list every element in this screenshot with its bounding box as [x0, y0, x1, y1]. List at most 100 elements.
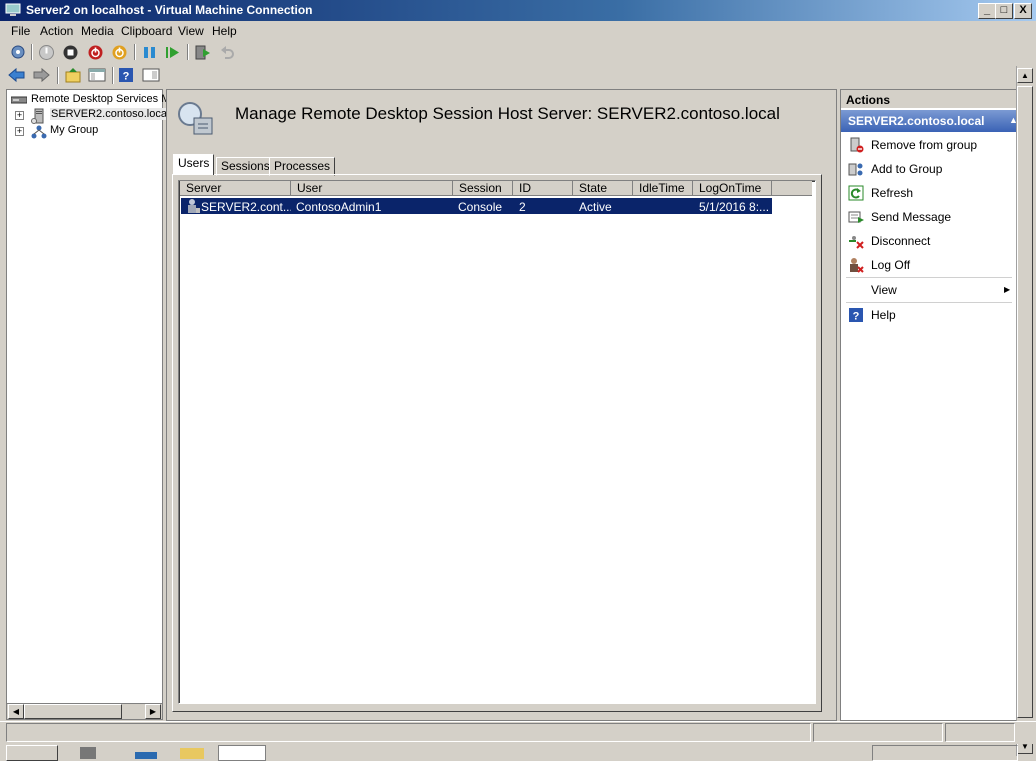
column-idletime[interactable]: IdleTime — [633, 181, 693, 196]
actions-divider — [846, 302, 1012, 303]
server-icon — [31, 108, 44, 124]
tree-expander[interactable]: + — [15, 111, 24, 120]
mmc-toolbar: ? — [0, 65, 1036, 87]
back-icon[interactable] — [8, 67, 26, 83]
column-session[interactable]: Session — [453, 181, 513, 196]
session-host-icon — [178, 102, 213, 135]
action-log-off[interactable]: Log Off — [871, 258, 910, 272]
column-filler — [772, 181, 812, 196]
action-add-to-group[interactable]: Add to Group — [871, 162, 942, 176]
revert-icon[interactable] — [219, 44, 236, 61]
pause-icon[interactable] — [141, 44, 158, 61]
help-icon[interactable]: ? — [118, 67, 134, 83]
cell-user: ContosoAdmin1 — [296, 200, 382, 214]
tab-users[interactable]: Users — [173, 154, 215, 175]
tree-expander[interactable]: + — [15, 127, 24, 136]
disconnect-icon — [849, 236, 864, 249]
vm-connection-icon — [5, 3, 21, 16]
action-refresh[interactable]: Refresh — [871, 186, 913, 200]
status-panel — [945, 723, 1015, 742]
status-panel — [813, 723, 943, 742]
cell-server: SERVER2.cont... — [201, 200, 291, 214]
rds-manager-icon — [11, 96, 27, 104]
table-row[interactable]: SERVER2.cont... ContosoAdmin1 Console 2 … — [181, 198, 772, 214]
tree-item-server2[interactable]: SERVER2.contoso.loca — [50, 108, 168, 120]
save-state-icon[interactable] — [111, 44, 128, 61]
show-hide-action-pane-icon[interactable] — [142, 67, 160, 83]
cell-state: Active — [579, 200, 612, 214]
log-off-icon — [850, 258, 864, 273]
menu-help[interactable]: Help — [212, 24, 237, 38]
show-hide-tree-icon[interactable] — [88, 67, 106, 83]
cell-session: Console — [458, 200, 503, 214]
taskbar-server-icon[interactable] — [80, 747, 96, 759]
title-bar: Server2 on localhost - Virtual Machine C… — [0, 0, 1036, 21]
close-button[interactable]: X — [1014, 3, 1032, 19]
group-icon — [31, 125, 47, 139]
actions-title: Actions — [846, 93, 891, 107]
scroll-left-icon[interactable]: ◀ — [8, 704, 24, 719]
actions-pane — [840, 89, 1018, 721]
scroll-up-icon[interactable]: ▲ — [1017, 68, 1033, 83]
scroll-thumb[interactable] — [24, 704, 122, 719]
page-heading: Manage Remote Desktop Session Host Serve… — [235, 104, 780, 123]
tree-root-label[interactable]: Remote Desktop Services M — [31, 93, 170, 105]
window-vertical-scrollbar[interactable]: ▲ ▼ — [1016, 66, 1033, 756]
guest-taskbar — [0, 744, 1018, 761]
snapshot-icon[interactable] — [194, 44, 212, 61]
system-tray — [872, 745, 1018, 761]
cell-logontime: 5/1/2016 8:... — [699, 200, 770, 214]
menu-clipboard[interactable]: Clipboard — [121, 24, 172, 38]
add-to-group-icon — [848, 163, 863, 176]
console-tree: Remote Desktop Services M + SERVER2.cont… — [6, 89, 170, 704]
column-server[interactable]: Server — [180, 181, 291, 196]
action-remove-from-group[interactable]: Remove from group — [871, 138, 977, 152]
remove-from-group-icon — [850, 137, 864, 153]
actions-divider — [846, 277, 1012, 278]
refresh-icon — [848, 185, 864, 201]
column-logontime[interactable]: LogOnTime — [693, 181, 772, 196]
tree-horizontal-scrollbar[interactable]: ◀ ▶ — [6, 703, 163, 720]
menu-media[interactable]: Media — [81, 24, 114, 38]
column-id[interactable]: ID — [513, 181, 573, 196]
help-icon: ? — [849, 308, 863, 323]
start-button[interactable] — [6, 745, 58, 761]
action-help[interactable]: Help — [871, 308, 896, 322]
taskbar-active-app[interactable] — [218, 745, 266, 761]
maximize-button[interactable]: □ — [995, 3, 1013, 19]
up-folder-icon[interactable] — [64, 67, 82, 83]
vm-toolbar — [0, 40, 1036, 66]
status-panel — [6, 723, 811, 742]
scroll-right-icon[interactable]: ▶ — [145, 704, 161, 719]
menu-view[interactable]: View — [178, 24, 204, 38]
column-state[interactable]: State — [573, 181, 633, 196]
svg-text:?: ? — [123, 71, 130, 83]
users-list[interactable] — [178, 180, 816, 704]
taskbar-powershell-icon[interactable] — [135, 752, 157, 759]
minimize-button[interactable]: _ — [978, 3, 996, 19]
actions-subheader[interactable]: SERVER2.contoso.local ▲ — [841, 110, 1018, 132]
ctrl-alt-del-icon[interactable] — [9, 44, 27, 61]
menu-action[interactable]: Action — [40, 24, 73, 38]
actions-header: Actions — [841, 90, 1016, 108]
action-disconnect[interactable]: Disconnect — [871, 234, 930, 248]
scroll-thumb[interactable] — [1017, 86, 1033, 718]
tree-item-my-group[interactable]: My Group — [50, 124, 98, 136]
column-user[interactable]: User — [291, 181, 453, 196]
svg-text:?: ? — [853, 311, 860, 323]
turn-off-icon[interactable] — [62, 44, 79, 61]
actions-subheader-label: SERVER2.contoso.local — [848, 114, 985, 128]
start-icon[interactable] — [38, 44, 55, 61]
cell-id: 2 — [519, 200, 526, 214]
action-send-message[interactable]: Send Message — [871, 210, 951, 224]
submenu-arrow-icon: ▶ — [1004, 285, 1011, 294]
action-view[interactable]: View — [871, 283, 897, 297]
forward-icon[interactable] — [32, 67, 50, 83]
menu-file[interactable]: File — [11, 24, 30, 38]
send-message-icon — [848, 211, 864, 223]
resume-icon[interactable] — [164, 44, 181, 61]
shutdown-icon[interactable] — [87, 44, 104, 61]
taskbar-folder-icon[interactable] — [180, 748, 204, 759]
menu-bar: File Action Media Clipboard View Help — [0, 21, 1036, 40]
user-icon — [188, 199, 200, 213]
